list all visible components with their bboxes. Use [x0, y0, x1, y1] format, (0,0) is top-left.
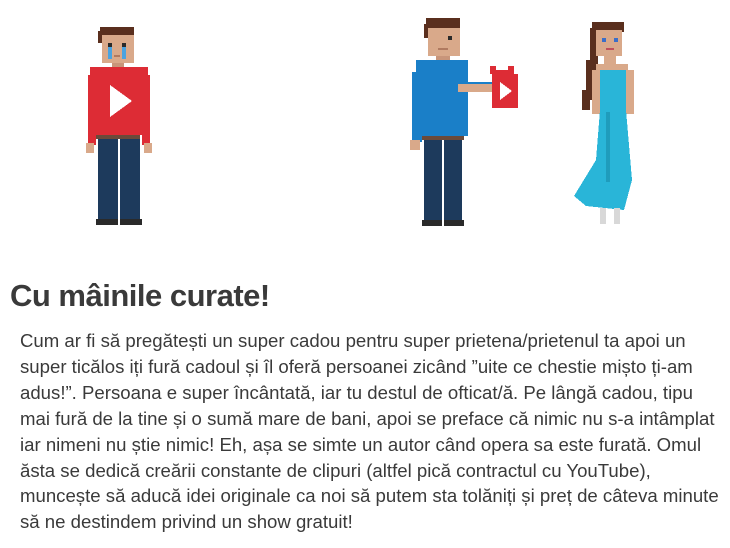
article-body: Cum ar fi să pregătești un super cadou p… — [20, 330, 719, 533]
thief-man-icon — [410, 18, 518, 226]
woman-in-dress-icon — [574, 22, 634, 224]
article-title: Cu mâinile curate! — [10, 278, 270, 313]
crying-man-icon — [86, 27, 152, 225]
pixel-art-illustration — [0, 0, 730, 250]
